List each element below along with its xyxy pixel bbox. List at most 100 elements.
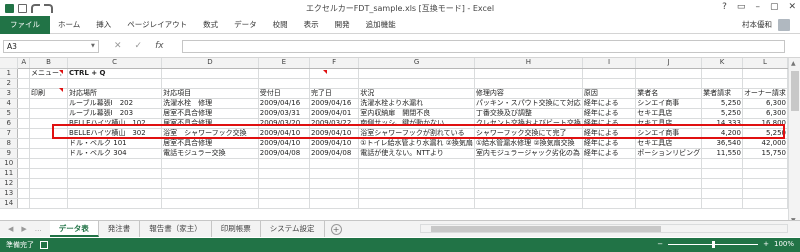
cell[interactable] xyxy=(309,158,360,169)
prev-sheet-icon[interactable]: ◀ xyxy=(8,225,13,233)
cell[interactable] xyxy=(17,178,31,189)
cell[interactable] xyxy=(742,168,788,179)
cell[interactable]: 2009/04/16 xyxy=(258,98,310,109)
zoom-in-button[interactable]: + xyxy=(763,240,769,248)
cell[interactable]: CTRL + Q xyxy=(67,68,163,79)
column-header-e[interactable]: E xyxy=(258,58,310,69)
cell[interactable] xyxy=(635,78,703,89)
cell[interactable] xyxy=(582,158,637,169)
cell[interactable] xyxy=(309,78,360,89)
cell[interactable] xyxy=(701,178,743,189)
cell[interactable] xyxy=(161,198,259,209)
cell[interactable]: 経年による xyxy=(582,98,637,109)
cell[interactable] xyxy=(17,148,31,159)
cell[interactable] xyxy=(17,128,31,139)
cell[interactable] xyxy=(161,168,259,179)
cell[interactable] xyxy=(582,198,637,209)
tab-insert[interactable]: 挿入 xyxy=(88,16,119,34)
row-header[interactable]: 13 xyxy=(0,188,19,199)
cell[interactable] xyxy=(17,198,31,209)
cell[interactable] xyxy=(161,158,259,169)
cell[interactable] xyxy=(635,168,703,179)
cell[interactable] xyxy=(742,158,788,169)
cell[interactable]: 南側サッシ、鍵が動かない xyxy=(358,118,475,129)
zoom-slider[interactable] xyxy=(668,240,759,248)
column-header-b[interactable]: B xyxy=(29,58,69,69)
cell[interactable] xyxy=(309,188,360,199)
cell[interactable]: 5,250 xyxy=(701,98,743,109)
cell[interactable]: 5,250 xyxy=(701,108,743,119)
next-sheet-icon[interactable]: ▶ xyxy=(21,225,26,233)
cell[interactable] xyxy=(474,178,583,189)
cell[interactable] xyxy=(17,188,31,199)
cell[interactable] xyxy=(701,188,743,199)
cell[interactable] xyxy=(29,78,69,89)
row-header[interactable]: 5 xyxy=(0,108,19,119)
minimize-icon[interactable]: – xyxy=(755,2,760,12)
function-icon[interactable]: fx xyxy=(155,41,164,51)
row-header[interactable]: 12 xyxy=(0,178,19,189)
help-icon[interactable]: ? xyxy=(722,2,727,12)
user-name[interactable]: 村本優和 xyxy=(742,19,772,30)
cell[interactable] xyxy=(67,158,163,169)
scroll-thumb[interactable] xyxy=(791,71,799,111)
row-header[interactable]: 3 xyxy=(0,88,19,99)
cell[interactable] xyxy=(742,68,788,79)
cell[interactable] xyxy=(309,198,360,209)
cell[interactable]: 2009/04/08 xyxy=(309,148,360,159)
cell[interactable]: シンエイ商事 xyxy=(635,128,703,139)
cell[interactable]: 2009/03/22 xyxy=(309,118,360,129)
tab-review[interactable]: 校閲 xyxy=(265,16,296,34)
row-header[interactable]: 4 xyxy=(0,98,19,109)
cell[interactable] xyxy=(701,198,743,209)
ribbon-display-icon[interactable]: ▭ xyxy=(737,2,746,12)
scroll-up-icon[interactable]: ▲ xyxy=(791,60,796,67)
cell[interactable]: 4,200 xyxy=(701,128,743,139)
cell[interactable]: シャワーフック交換にて完了 xyxy=(474,128,583,139)
cell[interactable] xyxy=(358,158,475,169)
column-header-k[interactable]: K xyxy=(701,58,743,69)
cell[interactable] xyxy=(309,178,360,189)
cell[interactable]: 6,300 xyxy=(742,108,788,119)
cell[interactable]: BELLEハイツ横山 102 xyxy=(67,118,163,129)
cell[interactable] xyxy=(635,68,703,79)
row-header[interactable]: 11 xyxy=(0,168,19,179)
zoom-level[interactable]: 100% xyxy=(774,240,794,248)
cell[interactable] xyxy=(474,168,583,179)
tab-add-ins[interactable]: 追加機能 xyxy=(358,16,404,34)
column-header-i[interactable]: I xyxy=(582,58,637,69)
cell[interactable]: 経年による xyxy=(582,148,637,159)
cell[interactable] xyxy=(358,198,475,209)
close-icon[interactable]: ✕ xyxy=(788,2,796,12)
cell[interactable] xyxy=(29,198,69,209)
select-all-corner[interactable] xyxy=(0,58,19,69)
cell[interactable] xyxy=(635,178,703,189)
cell[interactable] xyxy=(358,188,475,199)
cell[interactable] xyxy=(742,178,788,189)
cell[interactable] xyxy=(161,178,259,189)
cell[interactable] xyxy=(309,68,360,79)
cancel-icon[interactable]: ✕ xyxy=(114,41,122,51)
macro-record-icon[interactable] xyxy=(40,241,48,249)
cell[interactable]: 経年による xyxy=(582,118,637,129)
cell[interactable]: 2009/04/16 xyxy=(309,98,360,109)
cell[interactable]: 対応項目 xyxy=(161,88,259,99)
more-sheets-icon[interactable]: … xyxy=(35,225,42,233)
tab-home[interactable]: ホーム xyxy=(50,16,88,34)
cell[interactable] xyxy=(17,68,31,79)
tab-page-layout[interactable]: ページレイアウト xyxy=(119,16,195,34)
cell[interactable] xyxy=(742,78,788,89)
cell[interactable]: 5,250 xyxy=(742,128,788,139)
row-header[interactable]: 10 xyxy=(0,158,19,169)
row-header[interactable]: 1 xyxy=(0,68,19,79)
sheet-tab-print[interactable]: 印刷帳票 xyxy=(212,221,261,237)
cell[interactable]: 業者名 xyxy=(635,88,703,99)
avatar[interactable] xyxy=(778,19,790,31)
cell[interactable]: ルーブル幕張Ⅰ 202 xyxy=(67,98,163,109)
column-header-j[interactable]: J xyxy=(635,58,703,69)
cell[interactable] xyxy=(742,198,788,209)
cell[interactable] xyxy=(67,168,163,179)
cell[interactable]: オーナー請求 xyxy=(742,88,788,99)
cell[interactable]: 2009/04/10 xyxy=(258,128,310,139)
column-header-d[interactable]: D xyxy=(161,58,259,69)
